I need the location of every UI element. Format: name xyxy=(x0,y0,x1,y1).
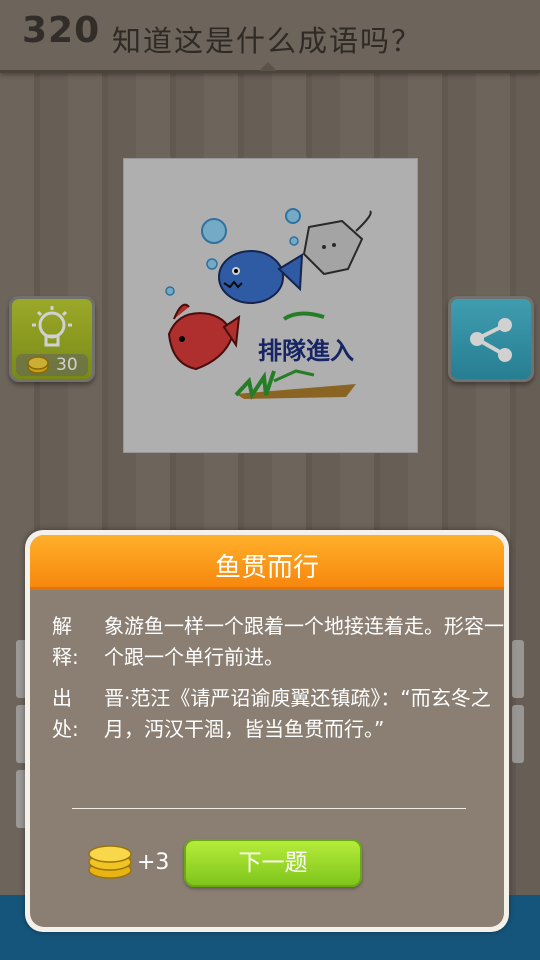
reward-amount: +3 xyxy=(137,850,170,875)
answer-dialog: 鱼贯而行 解释: 象游鱼一样一个跟着一个地接连着走。形容一个跟一个单行前进。 出… xyxy=(25,530,509,932)
source-label: 出处: xyxy=(52,686,79,741)
idiom-title: 鱼贯而行 xyxy=(214,553,319,583)
source-text: 晋·范汪《请严诏谕庾翼还镇疏》：“而玄冬之月，沔汉干涸，皆当鱼贯而行。” xyxy=(104,686,491,741)
next-question-button[interactable]: 下一题 xyxy=(184,839,362,887)
explanation-label: 解释: xyxy=(52,614,79,669)
dialog-header: 鱼贯而行 xyxy=(30,535,504,590)
explanation-text: 象游鱼一样一个跟着一个地接连着走。形容一个跟一个单行前进。 xyxy=(104,614,504,669)
divider xyxy=(72,808,466,809)
coins-icon xyxy=(88,845,132,879)
coin-reward: +3 xyxy=(86,840,176,880)
dialog-body: 鱼贯而行 解释: 象游鱼一样一个跟着一个地接连着走。形容一个跟一个单行前进。 出… xyxy=(30,535,504,927)
